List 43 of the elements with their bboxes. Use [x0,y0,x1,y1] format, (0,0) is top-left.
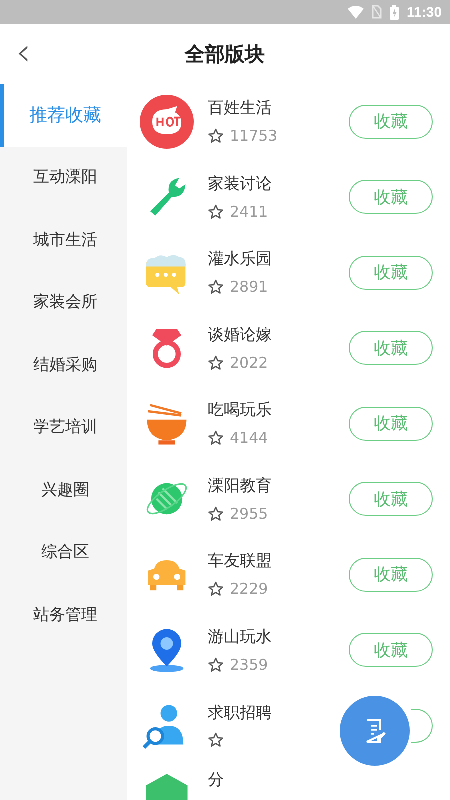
star-icon [208,506,224,522]
battery-icon [390,4,399,20]
favorite-count: 4144 [230,429,268,448]
board-name: 谈婚论嫁 [208,324,273,346]
board-name: 求职招聘 [208,703,273,724]
favorite-count: 2411 [230,202,268,221]
board-name: 分 [208,770,225,790]
star-icon [208,581,224,598]
favorite-count: 2022 [230,354,268,372]
star-icon [208,128,224,144]
favorite-count: 2229 [230,580,268,598]
star-icon [208,656,224,673]
category-item[interactable]: 兴趣圈 [0,459,127,522]
board-name: 车友联盟 [208,551,273,572]
category-item[interactable]: 结婚采购 [0,334,127,396]
category-item[interactable]: 互动溧阳 [0,146,127,209]
favorite-count: 2891 [230,278,268,296]
hot-icon [140,94,194,149]
star-icon [208,279,224,296]
favorite-count: 2955 [230,504,268,523]
category-item[interactable]: 学艺培训 [0,396,127,459]
star-icon [208,354,224,371]
category-item[interactable]: 家装会所 [0,272,127,334]
category-item[interactable]: 综合区 [0,522,127,584]
board-name: 溧阳教育 [208,476,273,497]
page-title: 全部版块 [185,40,265,68]
board-name: 百姓生活 [208,98,273,120]
star-icon [208,732,224,748]
board-name: 游山玩水 [208,626,273,648]
category-item[interactable]: 城市生活 [0,209,127,272]
back-button[interactable]: ‹ [12,34,36,70]
star-icon [208,430,224,446]
category-item[interactable]: 站务管理 [0,584,127,646]
no-sim-icon [372,5,382,19]
clock: 11:30 [406,4,442,20]
board-name: 灌水乐园 [208,249,273,270]
star-icon [208,204,224,220]
board-name: 吃喝玩乐 [208,400,273,422]
favorite-button[interactable] [411,708,433,743]
wifi-icon [348,6,364,18]
board-name: 家装讨论 [208,174,273,195]
favorite-count: 11753 [230,127,278,146]
favorite-count: 2359 [230,656,268,674]
